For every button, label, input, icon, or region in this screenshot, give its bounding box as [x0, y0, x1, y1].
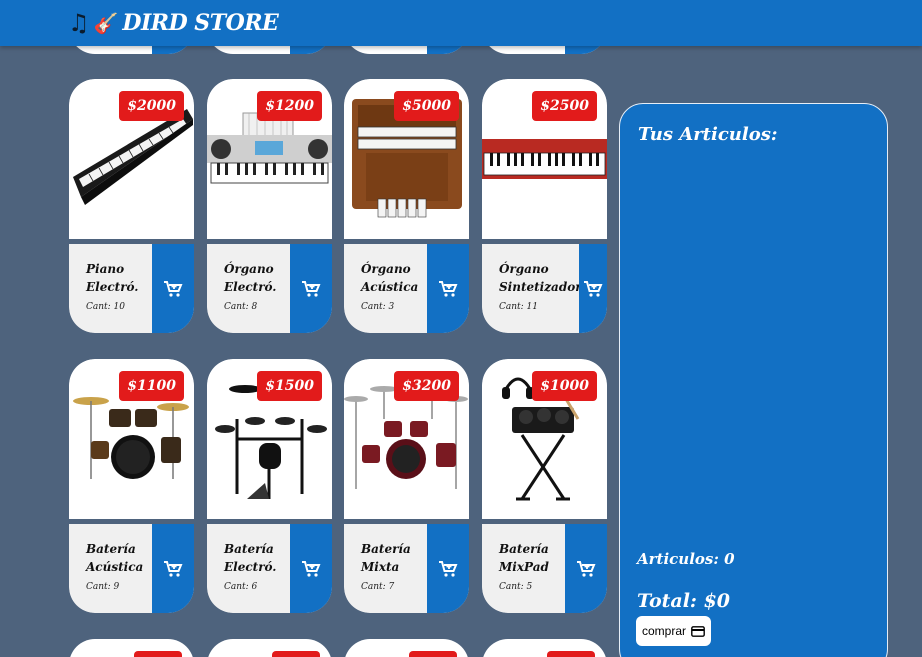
product-card: $1100 Batería Acústica Cant: 9: [69, 359, 194, 613]
cart-plus-icon: [302, 560, 321, 577]
music-note-icon: ♫: [68, 9, 90, 37]
product-name: Batería Acústica: [86, 542, 144, 574]
product-quantity: Cant: 5: [499, 582, 533, 592]
product-name: Batería Electró.: [224, 542, 277, 574]
price-badge: $5000: [394, 91, 459, 121]
product-info: Órgano Sintetizador Cant: 11: [482, 244, 607, 333]
cart-heading: Tus Articulos:: [638, 124, 778, 145]
price-badge: $3200: [394, 371, 459, 401]
cart-plus-icon: [439, 280, 458, 297]
top-navbar: ♫ 🎸 DIRD STORE: [0, 0, 922, 46]
cart-panel: Tus Articulos: Articulos: 0 Total: $0 co…: [619, 103, 888, 657]
product-card-partial: [69, 639, 194, 657]
product-card: $3200 Batería Mixta Cant: 7: [344, 359, 469, 613]
cart-plus-icon: [164, 280, 183, 297]
price-badge: $1500: [257, 371, 322, 401]
brand-logo[interactable]: ♫ 🎸 DIRD STORE: [68, 8, 279, 38]
product-info: Batería Electró. Cant: 6: [207, 524, 332, 613]
price-badge: $2000: [119, 91, 184, 121]
product-name: Piano Electró.: [86, 262, 139, 294]
add-to-cart-button[interactable]: [427, 244, 469, 333]
product-info: Órgano Acústica Cant: 3: [344, 244, 469, 333]
product-info: Batería Mixta Cant: 7: [344, 524, 469, 613]
product-card-partial: [482, 639, 607, 657]
cart-plus-icon: [584, 280, 603, 297]
product-card: $1000 Batería MixPad Cant: 5: [482, 359, 607, 613]
product-quantity: Cant: 11: [499, 302, 539, 312]
product-quantity: Cant: 10: [86, 302, 126, 312]
product-card: $1200 Órgano Electró. Cant: 8: [207, 79, 332, 333]
product-info: Batería MixPad Cant: 5: [482, 524, 607, 613]
cart-plus-icon: [577, 560, 596, 577]
product-name: Órgano Sintetizador: [499, 262, 582, 294]
product-name: Órgano Acústica: [361, 262, 419, 294]
product-quantity: Cant: 6: [224, 582, 258, 592]
price-badge-partial: [409, 651, 457, 657]
product-card: $5000 Órgano Acústica Cant: 3: [344, 79, 469, 333]
product-info: Órgano Electró. Cant: 8: [207, 244, 332, 333]
product-name: Batería Mixta: [361, 542, 411, 574]
product-info: Piano Electró. Cant: 10: [69, 244, 194, 333]
buy-button[interactable]: comprar: [636, 616, 712, 646]
price-badge-partial: [134, 651, 182, 657]
product-quantity: Cant: 8: [224, 302, 258, 312]
add-to-cart-button[interactable]: [290, 524, 332, 613]
price-badge-partial: [272, 651, 320, 657]
product-card: $2500 Órgano Sintetizador Cant: 11: [482, 79, 607, 333]
product-card: $2000 Piano Electró. Cant: 10: [69, 79, 194, 333]
price-badge: $1000: [532, 371, 597, 401]
add-to-cart-button[interactable]: [579, 244, 607, 333]
add-to-cart-button[interactable]: [152, 524, 194, 613]
guitar-icon: 🎸: [93, 11, 119, 35]
product-quantity: Cant: 9: [86, 582, 120, 592]
product-quantity: Cant: 3: [361, 302, 395, 312]
add-to-cart-button[interactable]: [565, 524, 607, 613]
cart-item-count: Articulos: 0: [637, 550, 735, 568]
add-to-cart-button[interactable]: [427, 524, 469, 613]
product-grid: $2000 Piano Electró. Cant: 10 $1200 Órga…: [0, 0, 620, 657]
add-to-cart-button[interactable]: [152, 244, 194, 333]
product-card: $1500 Batería Electró. Cant: 6: [207, 359, 332, 613]
cart-plus-icon: [164, 560, 183, 577]
price-badge: $1200: [257, 91, 322, 121]
buy-button-label: comprar: [642, 624, 687, 638]
product-info: Batería Acústica Cant: 9: [69, 524, 194, 613]
product-name: Batería MixPad: [499, 542, 549, 574]
product-quantity: Cant: 7: [361, 582, 395, 592]
credit-card-icon: [691, 625, 705, 637]
product-card-partial: [344, 639, 469, 657]
add-to-cart-button[interactable]: [290, 244, 332, 333]
cart-plus-icon: [302, 280, 321, 297]
product-card-partial: [207, 639, 332, 657]
cart-total: Total: $0: [637, 590, 731, 612]
price-badge: $1100: [119, 371, 184, 401]
price-badge: $2500: [532, 91, 597, 121]
cart-plus-icon: [439, 560, 458, 577]
store-title: DIRD STORE: [122, 10, 279, 36]
price-badge-partial: [547, 651, 595, 657]
product-name: Órgano Electró.: [224, 262, 277, 294]
